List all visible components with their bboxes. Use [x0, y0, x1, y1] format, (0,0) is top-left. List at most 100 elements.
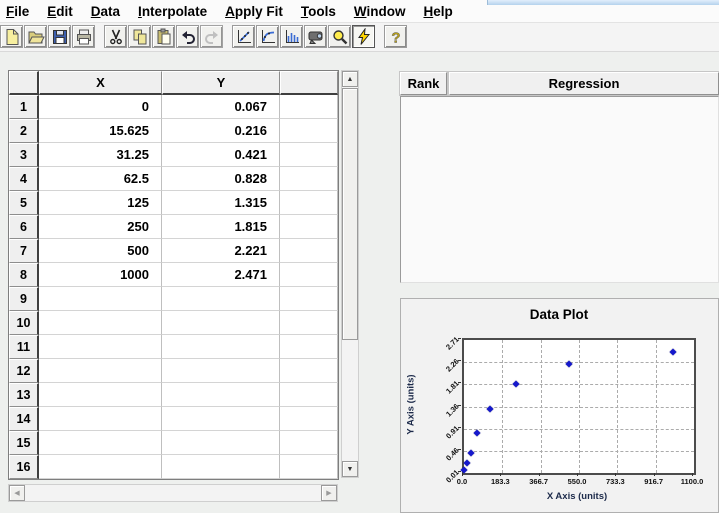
cell-x[interactable] — [39, 335, 162, 359]
scroll-left-icon[interactable]: ◀ — [9, 485, 25, 501]
menu-item-window[interactable]: Window — [345, 2, 415, 20]
cut-icon[interactable] — [104, 25, 127, 48]
scroll-right-icon[interactable]: ▶ — [321, 485, 337, 501]
cell-extra[interactable] — [280, 263, 338, 287]
cell-extra[interactable] — [280, 455, 338, 479]
cell-y[interactable]: 1.315 — [162, 191, 280, 215]
cell-extra[interactable] — [280, 95, 338, 119]
plot-data-icon[interactable] — [304, 25, 327, 48]
row-header[interactable]: 13 — [9, 383, 39, 407]
copy-icon[interactable] — [128, 25, 151, 48]
row-header[interactable]: 10 — [9, 311, 39, 335]
row-header[interactable]: 8 — [9, 263, 39, 287]
cell-extra[interactable] — [280, 287, 338, 311]
menu-item-data[interactable]: Data — [82, 2, 129, 20]
row-header[interactable]: 3 — [9, 143, 39, 167]
curve-fit-icon[interactable] — [256, 25, 279, 48]
row-header[interactable]: 2 — [9, 119, 39, 143]
interpolation-icon[interactable] — [280, 25, 303, 48]
menu-item-apply-fit[interactable]: Apply Fit — [216, 2, 292, 20]
cell-y[interactable] — [162, 335, 280, 359]
cell-extra[interactable] — [280, 311, 338, 335]
help-icon[interactable]: ? — [384, 25, 407, 48]
menu-item-tools[interactable]: Tools — [292, 2, 345, 20]
vertical-scroll-thumb[interactable] — [342, 88, 358, 340]
y-tick-mark — [458, 471, 461, 472]
menu-item-file[interactable]: File — [0, 2, 38, 20]
row-header[interactable]: 1 — [9, 95, 39, 119]
cell-y[interactable] — [162, 407, 280, 431]
plot-area[interactable] — [462, 338, 696, 475]
cell-y[interactable]: 2.471 — [162, 263, 280, 287]
row-header[interactable]: 9 — [9, 287, 39, 311]
row-header[interactable]: 7 — [9, 239, 39, 263]
y-tick-mark — [458, 382, 461, 383]
cell-x[interactable]: 500 — [39, 239, 162, 263]
cell-x[interactable]: 31.25 — [39, 143, 162, 167]
cell-x[interactable]: 15.625 — [39, 119, 162, 143]
cell-x[interactable]: 250 — [39, 215, 162, 239]
cell-x[interactable]: 62.5 — [39, 167, 162, 191]
cell-y[interactable] — [162, 431, 280, 455]
cell-y[interactable] — [162, 287, 280, 311]
table-vertical-scrollbar[interactable]: ▲ ▼ — [341, 70, 359, 478]
cell-extra[interactable] — [280, 239, 338, 263]
cell-x[interactable] — [39, 455, 162, 479]
rank-column-header[interactable]: Rank — [400, 72, 447, 95]
row-header[interactable]: 5 — [9, 191, 39, 215]
curve-finder-icon[interactable] — [328, 25, 351, 48]
cell-x[interactable]: 1000 — [39, 263, 162, 287]
row-header[interactable]: 16 — [9, 455, 39, 479]
row-header[interactable]: 14 — [9, 407, 39, 431]
menu-item-interpolate[interactable]: Interpolate — [129, 2, 216, 20]
cell-extra[interactable] — [280, 167, 338, 191]
cell-extra[interactable] — [280, 383, 338, 407]
cell-y[interactable]: 0.828 — [162, 167, 280, 191]
cell-extra[interactable] — [280, 143, 338, 167]
row-header[interactable]: 4 — [9, 167, 39, 191]
cell-x[interactable] — [39, 383, 162, 407]
cell-x[interactable] — [39, 287, 162, 311]
scroll-up-icon[interactable]: ▲ — [342, 71, 358, 87]
cell-y[interactable]: 0.421 — [162, 143, 280, 167]
cell-y[interactable] — [162, 311, 280, 335]
linear-fit-icon[interactable] — [232, 25, 255, 48]
regression-results-list[interactable] — [400, 96, 719, 283]
cell-extra[interactable] — [280, 119, 338, 143]
undo-icon[interactable] — [176, 25, 199, 48]
row-header[interactable]: 15 — [9, 431, 39, 455]
cell-y[interactable] — [162, 359, 280, 383]
save-icon[interactable] — [48, 25, 71, 48]
cell-x[interactable] — [39, 431, 162, 455]
cell-extra[interactable] — [280, 407, 338, 431]
cell-extra[interactable] — [280, 215, 338, 239]
cell-y[interactable] — [162, 383, 280, 407]
cell-y[interactable] — [162, 455, 280, 479]
cell-extra[interactable] — [280, 359, 338, 383]
run-fit-icon[interactable] — [352, 25, 375, 48]
menu-item-edit[interactable]: Edit — [38, 2, 82, 20]
cell-extra[interactable] — [280, 191, 338, 215]
cell-extra[interactable] — [280, 431, 338, 455]
cell-y[interactable]: 1.815 — [162, 215, 280, 239]
cell-x[interactable] — [39, 407, 162, 431]
open-file-icon[interactable] — [24, 25, 47, 48]
scroll-down-icon[interactable]: ▼ — [342, 461, 358, 477]
row-header[interactable]: 11 — [9, 335, 39, 359]
table-horizontal-scrollbar[interactable]: ◀ ▶ — [8, 484, 338, 502]
cell-y[interactable]: 0.216 — [162, 119, 280, 143]
new-document-icon[interactable] — [0, 25, 23, 48]
menu-item-help[interactable]: Help — [414, 2, 461, 20]
regression-column-header[interactable]: Regression — [449, 72, 719, 95]
cell-x[interactable] — [39, 311, 162, 335]
cell-x[interactable] — [39, 359, 162, 383]
cell-y[interactable]: 0.067 — [162, 95, 280, 119]
print-icon[interactable] — [72, 25, 95, 48]
cell-extra[interactable] — [280, 335, 338, 359]
paste-icon[interactable] — [152, 25, 175, 48]
cell-y[interactable]: 2.221 — [162, 239, 280, 263]
row-header[interactable]: 12 — [9, 359, 39, 383]
cell-x[interactable]: 0 — [39, 95, 162, 119]
cell-x[interactable]: 125 — [39, 191, 162, 215]
row-header[interactable]: 6 — [9, 215, 39, 239]
